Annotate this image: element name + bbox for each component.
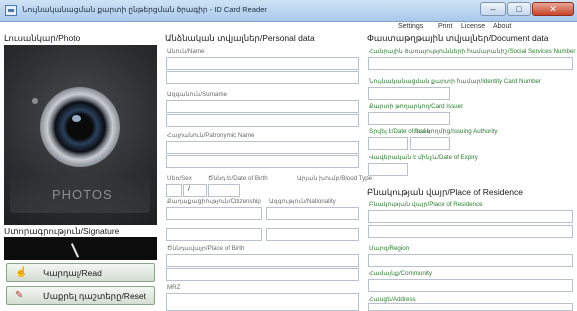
name-field-secondary[interactable] [166, 71, 359, 84]
patronymic-field[interactable] [166, 141, 359, 154]
card-issuer-field[interactable] [368, 112, 450, 125]
residence-place-field[interactable] [368, 210, 573, 223]
place-of-birth-label: Ծննդավայր/Place of Birth [167, 245, 245, 252]
sex-field[interactable] [166, 184, 182, 197]
date-of-expiry-field[interactable] [368, 163, 408, 176]
nationality-field-secondary[interactable] [266, 228, 359, 241]
reset-button[interactable]: ✎ Մաքրել դաշտերը/Reset [6, 286, 155, 305]
photo-placeholder-text: PHOTOS [52, 187, 113, 202]
address-field[interactable] [368, 303, 573, 311]
signature-stroke [70, 243, 79, 258]
read-icon: ☝ [15, 267, 28, 278]
nationality-label: Ազգություն/Nationality [269, 198, 336, 205]
maximize-button[interactable]: □ [507, 2, 531, 16]
camera-lens-icon [40, 87, 120, 167]
menu-about[interactable]: About [493, 23, 511, 30]
place-of-birth-field[interactable] [166, 254, 359, 267]
residence-place-label: Բնակության վայր/Place of Residence [369, 201, 483, 208]
ssn-label: Հանրային ծառայությունների համարանիշ/Soci… [369, 48, 576, 55]
surname-field[interactable] [166, 100, 359, 113]
app-icon [5, 5, 17, 16]
signature-section-title: Ստորագրություն/Signature [4, 226, 120, 236]
mrz-label: MRZ [167, 284, 181, 291]
name-field[interactable] [166, 57, 359, 70]
id-number-label: Նույնականացման քարտի համար/Identity Card… [369, 78, 542, 85]
residence-place-field-secondary[interactable] [368, 225, 573, 238]
surname-field-secondary[interactable] [166, 114, 359, 127]
name-label: Անուն/Name [167, 48, 205, 55]
read-button[interactable]: ☝ Կարդալ/Read [6, 263, 155, 282]
lens-glint [72, 115, 81, 122]
eraser-icon: ✎ [15, 290, 24, 301]
dob-field[interactable]: / [183, 184, 207, 197]
dob-label: Ծննդ.Ե/Date of Birth [208, 175, 268, 182]
menu-settings[interactable]: Settings [398, 23, 423, 30]
window-title: Նույնականացման քարտի ընթերցման ծրագիր - … [22, 5, 267, 14]
date-of-expiry-label: Վավերական է մինչև/Date of Expiry [369, 154, 478, 161]
menu-license[interactable]: License [461, 23, 485, 30]
issuing-authority-field[interactable] [410, 137, 450, 150]
close-button[interactable]: ✕ [532, 2, 574, 16]
title-bar: Նույնականացման քարտի ընթերցման ծրագիր - … [0, 0, 577, 22]
region-field[interactable] [368, 254, 573, 267]
citizenship-label: Քաղաքացիություն/Citizenship [167, 198, 261, 205]
nationality-field[interactable] [266, 207, 359, 220]
reset-button-label: Մաքրել դաշտերը/Reset [43, 291, 147, 301]
address-label: Հասցե/Address [369, 296, 416, 303]
citizenship-field-secondary[interactable] [166, 228, 262, 241]
minimize-button[interactable]: – [480, 2, 506, 16]
mrz-field[interactable] [166, 293, 359, 311]
document-section-title: Փաստաթղթային տվյալներ/Document data [367, 33, 549, 43]
photo-section-title: Լուսանկար/Photo [4, 33, 81, 43]
card-issuer-label: Քարտի թողարկող/Card Issuer [369, 103, 464, 110]
community-field[interactable] [368, 279, 573, 292]
patronymic-label: Հայրանուն/Patronymic Name [167, 132, 255, 139]
date-of-issue-field[interactable] [368, 137, 408, 150]
issuing-authority-label: Ում կողմից/Issuing Authority [414, 128, 498, 135]
photo-area: PHOTOS [4, 45, 157, 225]
dob-value: / [188, 186, 190, 193]
sex-label: Սեռ/Sex [167, 175, 192, 182]
ssn-field[interactable] [368, 57, 573, 70]
community-label: Համայնք/Community [369, 270, 432, 277]
residence-section-title: Բնակության վայր/Place of Residence [367, 187, 523, 197]
patronymic-field-secondary[interactable] [166, 155, 359, 168]
dob-year-field[interactable] [208, 184, 240, 197]
blood-type-label: Արյան խումբ/Blood Type [297, 175, 373, 182]
surname-label: Ազգանուն/Surname [167, 91, 228, 98]
read-button-label: Կարդալ/Read [43, 268, 102, 278]
signature-area [4, 237, 157, 260]
citizenship-field[interactable] [166, 207, 262, 220]
place-of-birth-field-secondary[interactable] [166, 268, 359, 281]
personal-section-title: Անձնական տվյալներ/Personal data [165, 33, 315, 43]
region-label: Մարզ/Region [369, 245, 410, 252]
camera-led-icon [32, 98, 38, 104]
id-number-field[interactable] [368, 87, 450, 100]
menu-print[interactable]: Print [438, 23, 452, 30]
